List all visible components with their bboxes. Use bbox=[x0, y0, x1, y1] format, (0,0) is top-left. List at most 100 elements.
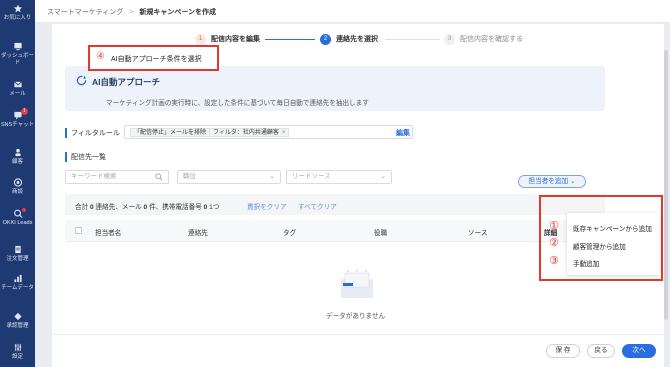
step-label: 連絡先を選択 bbox=[336, 36, 378, 43]
column-header[interactable]: タグ bbox=[283, 227, 296, 237]
sidebar-item-label: チームデータ bbox=[1, 285, 34, 291]
lead-source-select[interactable]: リードソース ⌄ bbox=[286, 170, 392, 184]
sidebar-item-label: 承認管理 bbox=[6, 323, 29, 329]
empty-state-text: データがありません bbox=[326, 313, 386, 320]
lead-source-select-placeholder: リードソース bbox=[292, 173, 331, 180]
selection-summary: 合計 0 連絡先、メール 0 件、携帯電話番号 0 1つ bbox=[75, 201, 219, 211]
selection-summary-bar: 合計 0 連絡先、メール 0 件、携帯電話番号 0 1つ 貫択をクリア すべてク… bbox=[65, 194, 605, 215]
step-edit-content[interactable]: 1 配信内容を編集 bbox=[195, 33, 260, 45]
filter-rule-field[interactable]: 「配信停止」メールを排除× フィルタ：社内共通顧客× bbox=[124, 125, 413, 139]
leads-icon bbox=[13, 209, 22, 218]
sidebar-item-label: 注文管理 bbox=[6, 256, 29, 262]
filter-rule-label: フィルタルール bbox=[65, 128, 120, 138]
ai-approach-description: マーケティング計画の実行時に、設定した条件に基づいて毎日自動で連絡先を抽出します bbox=[106, 100, 369, 107]
sidebar-item-label: ダッシュボード bbox=[0, 53, 34, 66]
column-header[interactable]: ソース bbox=[468, 227, 487, 237]
save-button[interactable]: 保 存 bbox=[546, 344, 580, 358]
sidebar-item-team-data[interactable]: チームデータ bbox=[0, 274, 35, 292]
add-assignee-button[interactable]: 担当者を追加 ⌄ bbox=[518, 175, 586, 188]
ai-conditions-link[interactable]: AI自動アプローチ条件を選択 bbox=[111, 54, 202, 64]
ai-approach-card[interactable]: AI自動アプローチ マーケティング計画の実行時に、設定した条件に基づいて毎日自動… bbox=[65, 66, 605, 111]
sidebar-item-label: 設定 bbox=[11, 354, 23, 360]
footer-divider bbox=[52, 334, 664, 335]
sidebar-item-settings[interactable]: 設定 bbox=[0, 343, 35, 361]
chevron-down-icon: ⌄ bbox=[569, 178, 576, 185]
sidebar-item-approvals[interactable]: 承認管理 bbox=[0, 312, 35, 330]
chevron-down-icon: ⌄ bbox=[380, 173, 386, 180]
annotation-callout-ai-conditions[interactable]: ④ AI自動アプローチ条件を選択 bbox=[88, 45, 219, 71]
emails-count: 0 bbox=[143, 204, 148, 211]
breadcrumb-parent[interactable]: スマートマーケティング bbox=[47, 9, 123, 16]
sidebar-item-label: メール bbox=[9, 91, 26, 97]
step-label: 配信内容を編集 bbox=[211, 36, 260, 43]
search-icon bbox=[155, 173, 163, 181]
clear-all-link[interactable]: すべてクリア bbox=[298, 201, 337, 211]
mail-icon bbox=[13, 81, 22, 88]
next-button[interactable]: 次へ bbox=[622, 344, 656, 358]
sidebar-item-deals[interactable]: 商談 bbox=[0, 178, 35, 196]
settings-icon bbox=[14, 343, 21, 352]
clear-selection-link[interactable]: 貫択をクリア bbox=[247, 201, 287, 211]
breadcrumb-current: 新規キャンペーンを作成 bbox=[139, 9, 216, 16]
sidebar-item-customers[interactable]: 顧客 bbox=[0, 148, 35, 166]
emails-unit: 件、携帯電話番号 bbox=[149, 204, 202, 211]
column-header[interactable]: 担当者名 bbox=[95, 227, 121, 237]
target-icon bbox=[13, 178, 22, 187]
filter-chip[interactable]: 「配信停止」メールを排除× bbox=[130, 128, 217, 137]
step-connector bbox=[385, 39, 440, 40]
filter-chip-label: 「配信停止」メールを排除 bbox=[134, 130, 207, 136]
chart-icon bbox=[13, 274, 22, 283]
summary-prefix: 合計 bbox=[75, 204, 89, 211]
contacts-unit: 連絡先、メール bbox=[95, 204, 142, 211]
column-header[interactable]: 役職 bbox=[374, 227, 387, 237]
people-icon bbox=[14, 148, 21, 157]
step-number: 2 bbox=[320, 33, 331, 45]
sidebar-item-mail[interactable]: メール bbox=[0, 80, 35, 98]
ai-approach-title: AI自動アプローチ bbox=[92, 77, 161, 87]
refresh-icon bbox=[76, 75, 87, 86]
sidebar: お気に入り ダッシュボード メール 1 SNSチャット 顧客 商談 OKKI L… bbox=[0, 0, 35, 367]
select-all-checkbox[interactable] bbox=[75, 227, 82, 234]
sidebar-item-orders[interactable]: 注文管理 bbox=[0, 245, 35, 263]
position-select[interactable]: 職位 ⌄ bbox=[177, 170, 281, 184]
chevron-down-icon: ⌄ bbox=[269, 173, 275, 180]
close-icon[interactable]: × bbox=[282, 130, 286, 136]
document-icon bbox=[14, 245, 21, 254]
notification-dot bbox=[22, 208, 26, 212]
sidebar-item-label: 商談 bbox=[11, 189, 23, 195]
step-connector bbox=[265, 39, 315, 40]
filter-edit-link[interactable]: 編集 bbox=[396, 128, 410, 138]
step-number: 3 bbox=[444, 33, 455, 45]
step-confirm-content[interactable]: 3 配信内容を確認する bbox=[444, 33, 523, 45]
approval-icon bbox=[13, 312, 22, 321]
add-assignee-label: 担当者を追加 bbox=[528, 178, 569, 185]
phones-count: 0 bbox=[203, 204, 208, 211]
step-select-contacts[interactable]: 2 連絡先を選択 bbox=[320, 33, 378, 45]
empty-folder-icon bbox=[341, 269, 373, 298]
notification-badge: 1 bbox=[21, 108, 28, 115]
back-button[interactable]: 戻る bbox=[587, 344, 615, 358]
annotation-highlight-box bbox=[539, 195, 663, 281]
keyword-search-input[interactable]: キーワード検索 bbox=[65, 170, 151, 184]
contacts-count: 0 bbox=[90, 204, 94, 211]
step-label: 配信内容を確認する bbox=[460, 36, 523, 43]
recipient-list-label: 配信先一覧 bbox=[65, 152, 106, 162]
search-button[interactable] bbox=[150, 170, 169, 184]
sidebar-item-dashboard[interactable]: ダッシュボード bbox=[0, 42, 35, 66]
sidebar-item-favorites[interactable]: お気に入り bbox=[0, 4, 35, 22]
position-select-placeholder: 職位 bbox=[183, 173, 196, 180]
filter-chip-label: フィルタ：社内共通顧客 bbox=[213, 130, 279, 136]
star-icon bbox=[13, 4, 22, 13]
sidebar-item-okki-leads[interactable]: OKKI Leads bbox=[0, 208, 35, 227]
filter-chip[interactable]: フィルタ：社内共通顧客 × bbox=[209, 128, 290, 137]
top-bar: スマートマーケティング > 新規キャンペーンを作成 bbox=[35, 0, 670, 23]
scrollbar[interactable] bbox=[664, 50, 668, 320]
sidebar-item-sns-chat[interactable]: 1 SNSチャット bbox=[0, 108, 35, 129]
sidebar-item-label: お気に入り bbox=[3, 15, 32, 21]
sidebar-item-label: SNSチャット bbox=[0, 122, 35, 128]
table-header: 担当者名 連絡先 タグ 役職 ソース 詳細 bbox=[65, 220, 605, 242]
sidebar-item-label: 顧客 bbox=[11, 159, 23, 165]
step-number: 1 bbox=[195, 33, 206, 45]
breadcrumb: スマートマーケティング > 新規キャンペーンを作成 bbox=[47, 7, 216, 17]
column-header[interactable]: 連絡先 bbox=[188, 227, 208, 237]
